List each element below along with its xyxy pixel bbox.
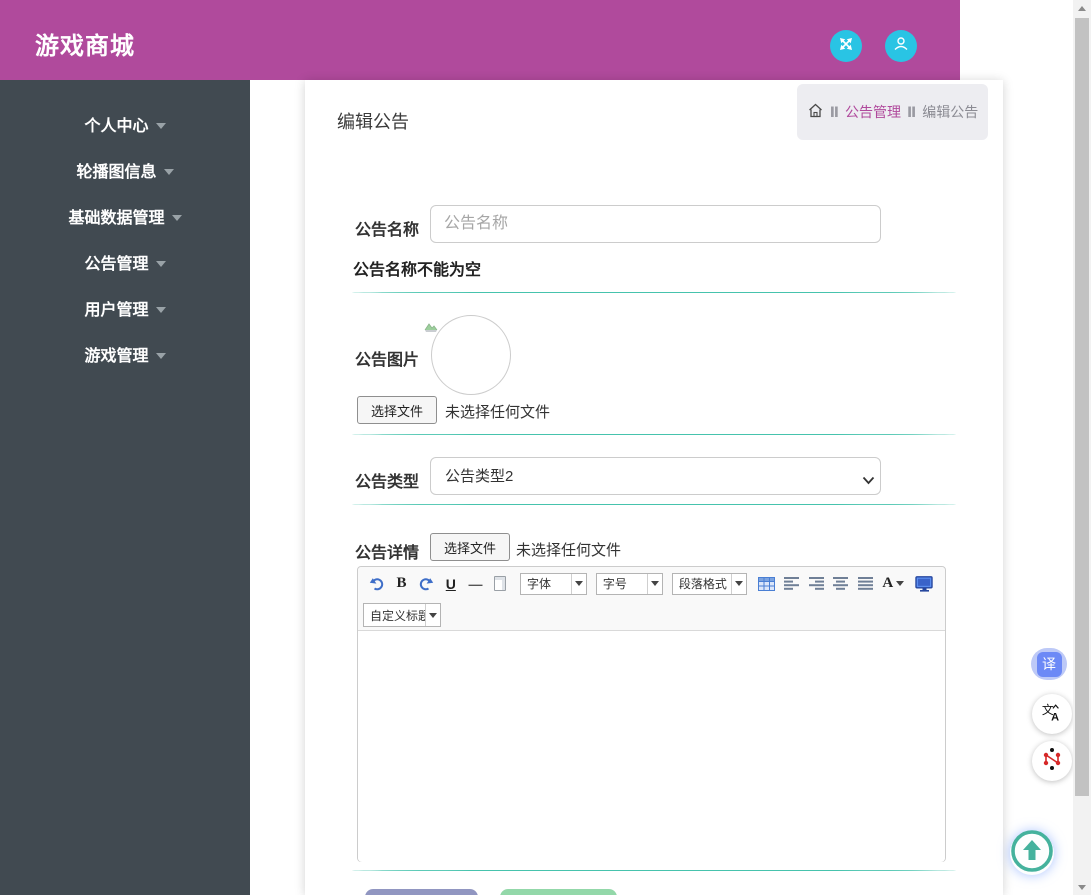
breadcrumb-current: 编辑公告 (922, 104, 979, 120)
bold-button[interactable]: B (391, 573, 413, 595)
editor-content-area[interactable] (358, 631, 945, 862)
translate-icon: 文 A (1041, 701, 1063, 728)
sidebar-item-user-management[interactable]: 用户管理 (0, 285, 250, 331)
table-icon[interactable] (756, 573, 778, 595)
detail-label: 公告详情 (355, 545, 420, 562)
paragraph-format-select[interactable]: 段落格式 (671, 572, 747, 595)
sidebar-item-announcement[interactable]: 公告管理 (0, 239, 250, 285)
font-color-button[interactable]: A (879, 573, 907, 595)
chevron-down-icon (425, 604, 440, 626)
image-file-status: 未选择任何文件 (445, 404, 551, 421)
redo-icon[interactable] (415, 573, 437, 595)
image-file-button[interactable]: 选择文件 (357, 396, 437, 424)
underline-button[interactable]: U (440, 573, 462, 595)
align-right-icon[interactable] (805, 573, 827, 595)
type-label: 公告类型 (355, 474, 420, 491)
image-preview-circle[interactable] (424, 315, 511, 395)
image-label: 公告图片 (355, 352, 420, 369)
chevron-down-icon (171, 214, 182, 221)
align-left-icon[interactable] (781, 573, 803, 595)
scroll-up-icon[interactable] (1073, 0, 1091, 16)
undo-icon[interactable] (366, 573, 388, 595)
align-justify-icon[interactable] (854, 573, 876, 595)
sidebar-item-label: 游戏管理 (84, 348, 149, 365)
section-divider (352, 434, 956, 436)
scrollbar[interactable] (1073, 0, 1091, 895)
sidebar-item-label: 用户管理 (84, 302, 149, 319)
header: 游戏商城 (0, 0, 960, 80)
broken-image-icon (423, 318, 441, 339)
sidebar: 个人中心 轮播图信息 基础数据管理 公告管理 用户管理 游戏管理 (0, 80, 250, 895)
translate-pill-button[interactable]: 译 (1031, 648, 1067, 680)
sidebar-item-base-data[interactable]: 基础数据管理 (0, 193, 250, 239)
back-to-top-button[interactable] (1010, 829, 1054, 878)
chevron-down-icon (155, 122, 166, 129)
breadcrumb: Ⅱ 公告管理 Ⅱ 编辑公告 (797, 84, 988, 140)
chevron-down-icon (163, 168, 174, 175)
detail-file-status: 未选择任何文件 (516, 542, 622, 559)
chevron-down-icon (155, 260, 166, 267)
sidebar-item-game-management[interactable]: 游戏管理 (0, 331, 250, 377)
submit-button[interactable] (365, 889, 478, 895)
name-error-text: 公告名称不能为空 (353, 262, 482, 279)
home-icon[interactable] (807, 102, 824, 122)
network-circle-button[interactable] (1032, 741, 1072, 781)
content-card: 编辑公告 Ⅱ 公告管理 Ⅱ 编辑公告 公告名称 公告名称不能为空 公告图片 (305, 80, 1003, 895)
editor-toolbar: B U — 字体 字号 段落格式 A 自定义标题 (358, 567, 945, 631)
breadcrumb-separator: Ⅱ (829, 103, 839, 120)
translate-badge: 译 (1036, 651, 1062, 677)
arrow-up-circle-icon (1010, 829, 1054, 878)
chevron-down-icon (896, 581, 905, 586)
breadcrumb-separator: Ⅱ (907, 103, 917, 120)
font-size-select[interactable]: 字号 (595, 572, 663, 595)
reset-button[interactable] (500, 889, 617, 895)
type-select[interactable]: 公告类型2 (430, 457, 881, 495)
horizontal-rule-button[interactable]: — (465, 573, 487, 595)
sidebar-item-personal-center[interactable]: 个人中心 (0, 101, 250, 147)
name-input[interactable] (430, 205, 881, 243)
sidebar-item-label: 轮播图信息 (76, 164, 157, 181)
rich-text-editor: B U — 字体 字号 段落格式 A 自定义标题 (357, 566, 946, 862)
chevron-down-icon (570, 573, 586, 594)
chevron-down-icon (646, 573, 662, 594)
translate-circle-button[interactable]: 文 A (1032, 694, 1072, 734)
section-divider (352, 870, 956, 872)
page-title: 编辑公告 (337, 112, 409, 132)
custom-title-select[interactable]: 自定义标题 (363, 603, 441, 627)
document-icon[interactable] (489, 573, 511, 595)
scroll-down-icon[interactable] (1073, 879, 1091, 895)
expand-icon (838, 36, 854, 57)
sidebar-item-label: 个人中心 (84, 118, 149, 135)
detail-file-button[interactable]: 选择文件 (430, 533, 510, 561)
section-divider (352, 292, 956, 294)
app-title: 游戏商城 (35, 33, 135, 60)
breadcrumb-link-announcement[interactable]: 公告管理 (845, 102, 901, 122)
user-button[interactable] (885, 30, 917, 62)
fullscreen-editor-icon[interactable] (913, 573, 935, 595)
fullscreen-button[interactable] (830, 30, 862, 62)
screen: 游戏商城 个人中心 轮播图信息 基础数据管理 公告管理 用户管理 游戏管理 编辑… (0, 0, 1091, 895)
scrollbar-thumb[interactable] (1075, 18, 1089, 796)
user-icon (892, 35, 910, 58)
chevron-down-icon (730, 573, 746, 594)
font-family-select[interactable]: 字体 (519, 572, 587, 595)
sidebar-item-label: 公告管理 (84, 256, 149, 273)
chevron-down-icon (155, 352, 166, 359)
svg-text:A: A (1051, 711, 1059, 723)
section-divider (352, 504, 956, 506)
sidebar-item-carousel-info[interactable]: 轮播图信息 (0, 147, 250, 193)
name-label: 公告名称 (355, 222, 420, 239)
align-center-icon[interactable] (830, 573, 852, 595)
sidebar-item-label: 基础数据管理 (68, 210, 165, 227)
network-graph-icon (1040, 747, 1064, 776)
chevron-down-icon (155, 306, 166, 313)
